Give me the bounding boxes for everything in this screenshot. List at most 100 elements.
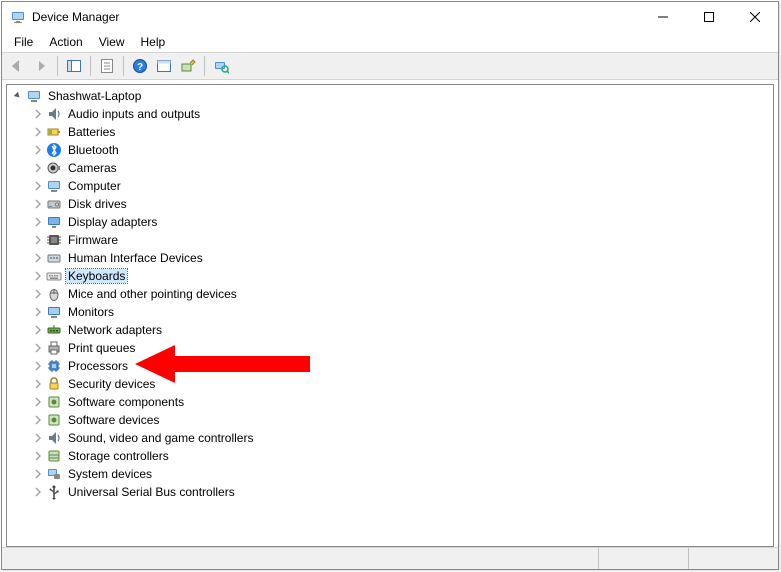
tree-item-hid[interactable]: Human Interface Devices [7,249,773,267]
software-icon [46,394,62,410]
tree-item-computer[interactable]: Computer [7,177,773,195]
tree-item-processor[interactable]: Processors [7,357,773,375]
tree-item-system[interactable]: System devices [7,465,773,483]
separator [123,56,124,76]
expand-icon[interactable] [31,395,45,409]
tree-item-monitor[interactable]: Monitors [7,303,773,321]
bluetooth-icon [46,142,62,158]
tree-item-label: Processors [66,359,130,373]
expand-icon[interactable] [31,197,45,211]
action-button[interactable] [153,55,175,77]
expand-icon[interactable] [31,107,45,121]
menu-view[interactable]: View [91,33,133,51]
expand-icon[interactable] [31,431,45,445]
show-hide-console-tree-button[interactable] [63,55,85,77]
audio-icon [46,106,62,122]
statusbar [2,547,778,569]
minimize-button[interactable] [640,2,686,32]
tree-item-label: Security devices [66,377,157,391]
tree-item-audio[interactable]: Sound, video and game controllers [7,429,773,447]
expand-icon[interactable] [31,341,45,355]
status-cell [598,548,688,569]
tree-item-bluetooth[interactable]: Bluetooth [7,141,773,159]
network-icon [46,322,62,338]
tree-item-label: Human Interface Devices [66,251,205,265]
expand-icon[interactable] [31,467,45,481]
tree-item-display[interactable]: Display adapters [7,213,773,231]
tree-item-usb[interactable]: Universal Serial Bus controllers [7,483,773,501]
display-icon [46,214,62,230]
expand-icon[interactable] [31,413,45,427]
expand-icon[interactable] [31,449,45,463]
expand-icon[interactable] [31,323,45,337]
help-button[interactable]: ? [129,55,151,77]
tree-item-label: Universal Serial Bus controllers [66,485,237,499]
tree-item-label: Network adapters [66,323,164,337]
window-title: Device Manager [32,10,640,24]
expand-icon[interactable] [31,377,45,391]
menubar: File Action View Help [2,32,778,52]
tree-item-label: Bluetooth [66,143,121,157]
tree-item-printer[interactable]: Print queues [7,339,773,357]
tree-item-storage[interactable]: Storage controllers [7,447,773,465]
status-cell [2,548,598,569]
status-cell [688,548,778,569]
expand-icon[interactable] [31,125,45,139]
expand-icon[interactable] [31,233,45,247]
tree-item-disk[interactable]: Disk drives [7,195,773,213]
tree-item-label: Audio inputs and outputs [66,107,202,121]
tree-item-audio[interactable]: Audio inputs and outputs [7,105,773,123]
tree-item-network[interactable]: Network adapters [7,321,773,339]
expand-icon[interactable] [31,251,45,265]
printer-icon [46,340,62,356]
back-button [6,55,28,77]
svg-text:?: ? [137,62,143,73]
tree-item-keyboard[interactable]: Keyboards [7,267,773,285]
usb-icon [46,484,62,500]
computer-icon [26,88,42,104]
audio-icon [46,430,62,446]
menu-file[interactable]: File [6,33,41,51]
camera-icon [46,160,62,176]
tree-item-camera[interactable]: Cameras [7,159,773,177]
close-button[interactable] [732,2,778,32]
computer-icon [46,178,62,194]
update-driver-button[interactable] [177,55,199,77]
tree-item-software[interactable]: Software components [7,393,773,411]
tree-item-label: Batteries [66,125,117,139]
device-tree[interactable]: Shashwat-Laptop Audio inputs and outputs… [6,84,774,547]
tree-item-label: Mice and other pointing devices [66,287,239,301]
expand-icon[interactable] [31,161,45,175]
expand-icon[interactable] [31,359,45,373]
security-icon [46,376,62,392]
tree-item-label: Display adapters [66,215,159,229]
keyboard-icon [46,268,62,284]
expand-icon[interactable] [31,485,45,499]
storage-icon [46,448,62,464]
tree-root-computer[interactable]: Shashwat-Laptop [7,87,773,105]
firmware-icon [46,232,62,248]
maximize-button[interactable] [686,2,732,32]
expand-icon[interactable] [31,305,45,319]
tree-item-label: Computer [66,179,123,193]
tree-item-security[interactable]: Security devices [7,375,773,393]
expand-icon[interactable] [31,143,45,157]
software-icon [46,412,62,428]
tree-item-battery[interactable]: Batteries [7,123,773,141]
tree-item-firmware[interactable]: Firmware [7,231,773,249]
tree-item-mouse[interactable]: Mice and other pointing devices [7,285,773,303]
expand-icon[interactable] [31,215,45,229]
tree-item-software[interactable]: Software devices [7,411,773,429]
properties-button[interactable] [96,55,118,77]
scan-hardware-button[interactable] [210,55,232,77]
expand-icon[interactable] [31,179,45,193]
collapse-icon[interactable] [11,89,25,103]
tree-item-label: Sound, video and game controllers [66,431,255,445]
expand-icon[interactable] [31,287,45,301]
expand-icon[interactable] [31,269,45,283]
tree-item-label: Storage controllers [66,449,171,463]
separator [204,56,205,76]
menu-action[interactable]: Action [41,33,90,51]
monitor-icon [46,304,62,320]
menu-help[interactable]: Help [133,33,174,51]
